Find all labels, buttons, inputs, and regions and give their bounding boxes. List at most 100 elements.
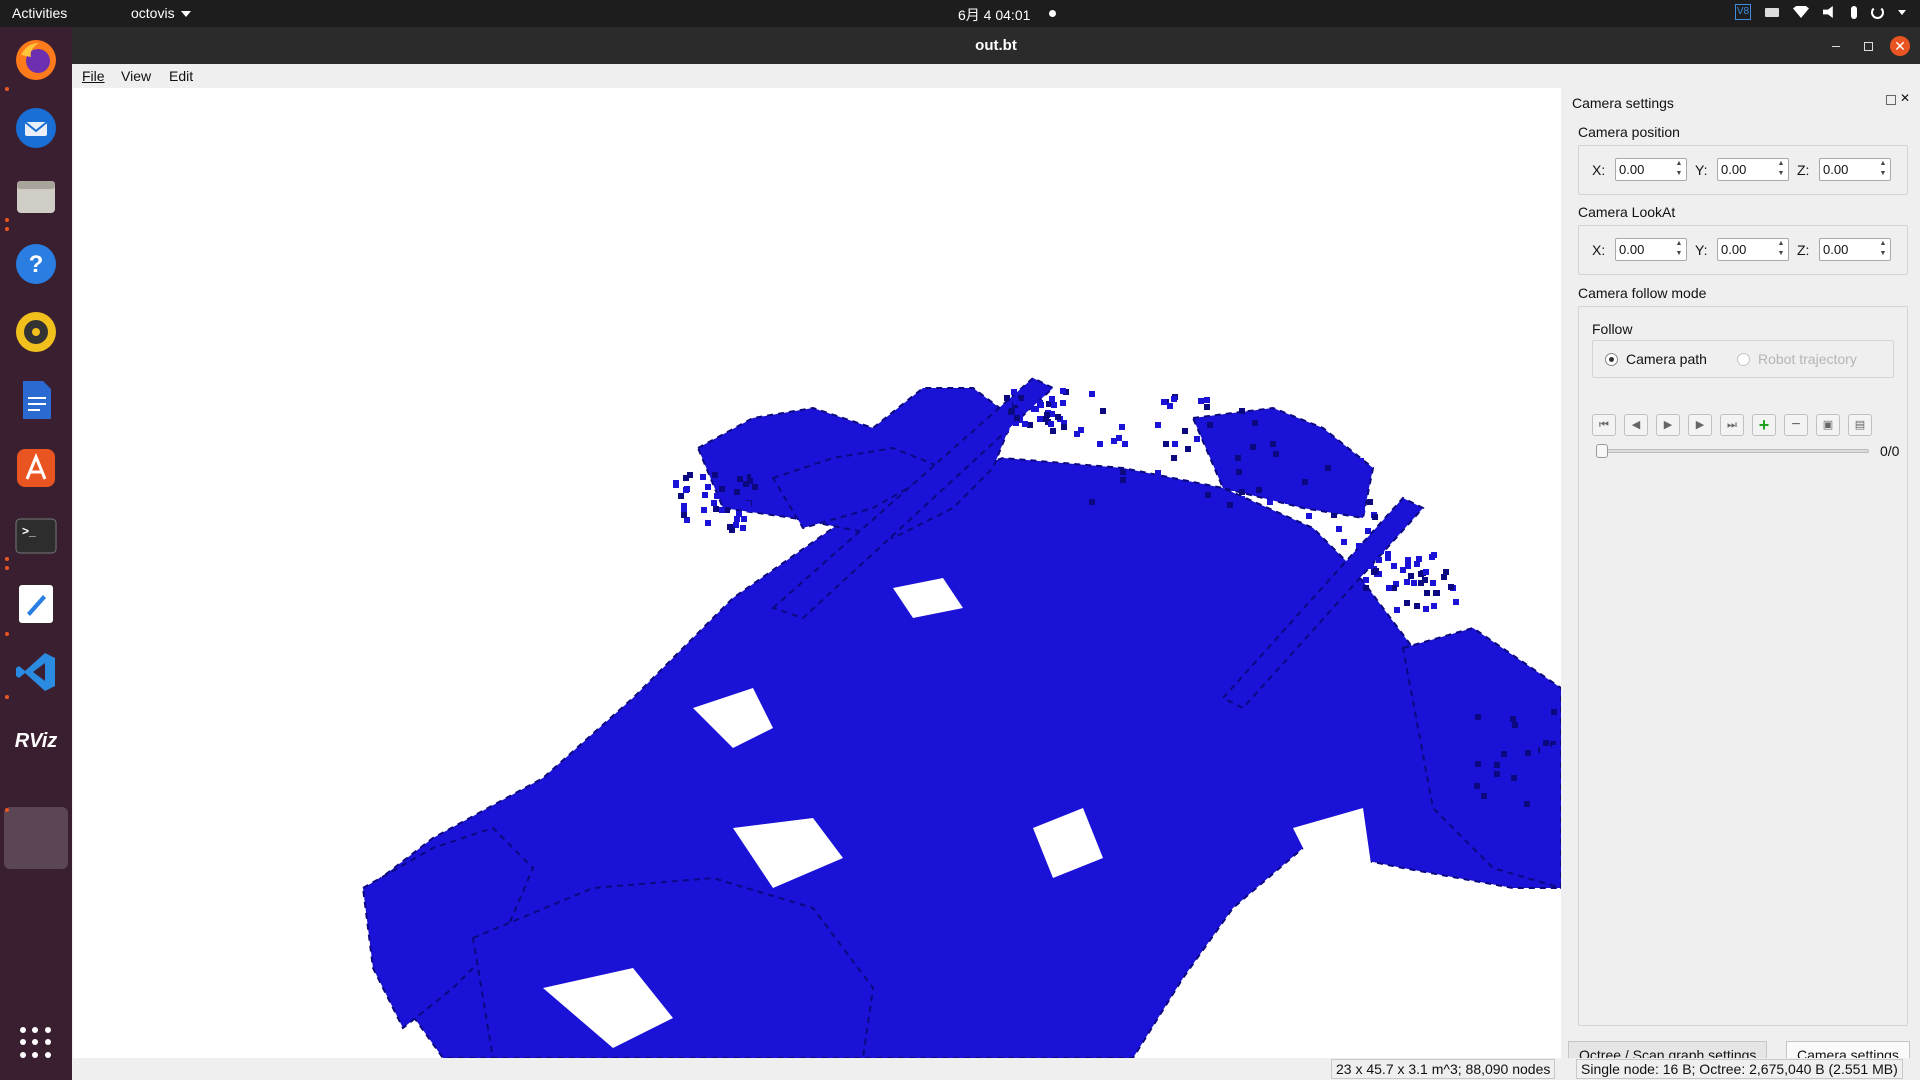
voxel-speck (1481, 793, 1487, 799)
step-back-icon[interactable]: ◀ (1624, 414, 1648, 436)
running-indicator (5, 557, 9, 561)
remove-frame-icon[interactable]: − (1784, 414, 1808, 436)
voxel-speck (1363, 585, 1369, 591)
window-titlebar[interactable]: out.bt ✕ (72, 27, 1920, 64)
firefox-icon[interactable] (12, 36, 60, 84)
float-panel-icon[interactable] (1886, 95, 1896, 105)
voxel-speck (719, 507, 725, 513)
voxel-speck (1198, 398, 1204, 404)
voxel-speck (1155, 470, 1161, 476)
voxel-speck (1297, 471, 1303, 477)
chevron-down-icon (180, 11, 191, 18)
robot-trajectory-label[interactable]: Robot trajectory (1758, 351, 1857, 367)
rhythmbox-icon[interactable] (12, 308, 60, 356)
position-y-spinbox[interactable]: 0.00 ▲ ▼ (1717, 158, 1789, 181)
files-icon[interactable] (12, 172, 60, 220)
thunderbird-icon[interactable] (12, 104, 60, 152)
save-icon[interactable]: ▣ (1816, 414, 1840, 436)
lookat-z-spinbox[interactable]: 0.00 ▲ ▼ (1819, 238, 1891, 261)
lookat-y-spinbox[interactable]: 0.00 ▲ ▼ (1717, 238, 1789, 261)
menu-edit[interactable]: Edit (169, 68, 193, 84)
power-icon[interactable] (1871, 5, 1884, 19)
rviz-icon[interactable]: RViz (12, 716, 60, 764)
voxel-speck (1089, 499, 1095, 505)
microphone-icon[interactable] (1851, 5, 1857, 19)
step-forward-icon[interactable]: ▶ (1688, 414, 1712, 436)
jump-to-start-icon[interactable]: ⏮ (1592, 414, 1616, 436)
voxel-speck (1083, 501, 1089, 507)
voxel-speck (1207, 422, 1213, 428)
chevron-down-icon[interactable] (1898, 9, 1906, 15)
position-x-spinbox[interactable]: 0.00 ▲ ▼ (1615, 158, 1687, 181)
spin-arrows-icon[interactable]: ▲ ▼ (1774, 239, 1788, 260)
voxel-speck (1127, 480, 1133, 486)
voxel-speck (734, 516, 740, 522)
voxel-speck (1051, 402, 1057, 408)
voxel-speck (1228, 430, 1234, 436)
frame-slider-handle[interactable] (1596, 444, 1608, 458)
dock: ? >_ RViz (0, 27, 72, 1080)
3d-viewport[interactable] (73, 88, 1561, 1058)
system-tray[interactable]: V8 (1735, 4, 1906, 20)
play-icon[interactable]: ▶ (1656, 414, 1680, 436)
camera-settings-panel: Camera settings ✕ Camera position X: 0.0… (1564, 88, 1920, 1078)
terminal-glyph: >_ (22, 524, 36, 538)
app-menu[interactable]: octovis (131, 5, 191, 21)
speaker-icon[interactable] (1823, 6, 1833, 18)
vscode-icon[interactable] (12, 648, 60, 696)
spin-arrows-icon[interactable]: ▲ ▼ (1876, 159, 1890, 180)
activities-button[interactable]: Activities (12, 5, 67, 21)
keyboard-icon[interactable] (1765, 7, 1779, 17)
text-editor-icon[interactable] (12, 580, 60, 628)
camera-path-radio[interactable] (1605, 353, 1618, 366)
close-panel-icon[interactable]: ✕ (1900, 91, 1910, 105)
position-z-spinbox[interactable]: 0.00 ▲ ▼ (1819, 158, 1891, 181)
minimize-button[interactable] (1826, 36, 1846, 56)
show-applications-icon[interactable] (20, 1027, 52, 1059)
voxel-speck (1481, 781, 1487, 787)
help-icon[interactable]: ? (12, 240, 60, 288)
voxel-speck (1122, 441, 1128, 447)
menu-view[interactable]: View (121, 68, 151, 84)
voxel-speck (1414, 603, 1420, 609)
voxel-speck (1332, 507, 1338, 513)
spin-arrows-icon[interactable]: ▲ ▼ (1876, 239, 1890, 260)
voxel-speck (1011, 389, 1017, 395)
voxel-speck (1378, 548, 1384, 554)
lookat-x-spinbox[interactable]: 0.00 ▲ ▼ (1615, 238, 1687, 261)
running-indicator (5, 218, 9, 222)
spin-arrows-icon[interactable]: ▲ ▼ (1672, 159, 1686, 180)
close-button[interactable]: ✕ (1890, 36, 1910, 56)
voxel-speck (1430, 580, 1436, 586)
maximize-button[interactable] (1858, 36, 1878, 56)
clear-path-icon[interactable]: ▤ (1848, 414, 1872, 436)
camera-path-label[interactable]: Camera path (1626, 351, 1707, 367)
frame-slider[interactable] (1601, 449, 1869, 453)
writer-icon[interactable] (12, 376, 60, 424)
spin-arrows-icon[interactable]: ▲ ▼ (1672, 239, 1686, 260)
voxel-speck (1356, 543, 1362, 549)
terminal-icon[interactable]: >_ (12, 512, 60, 560)
map-dimensions-status: 23 x 45.7 x 3.1 m^3; 88,090 nodes (1331, 1059, 1556, 1079)
voxel-speck (1492, 718, 1498, 724)
voxel-speck (712, 472, 718, 478)
voxel-speck (1365, 528, 1371, 534)
voxel-speck (1089, 493, 1095, 499)
menu-file[interactable]: File (82, 68, 105, 84)
voxel-speck (1231, 485, 1237, 491)
wifi-icon[interactable] (1793, 6, 1809, 18)
clock[interactable]: 6月 4 04:01 (958, 5, 1030, 25)
voxel-speck (1358, 458, 1364, 464)
voxel-speck (1546, 702, 1552, 708)
spin-arrows-icon[interactable]: ▲ ▼ (1774, 159, 1788, 180)
voxel-speck (1172, 441, 1178, 447)
add-frame-icon[interactable]: + (1752, 414, 1776, 436)
voxel-speck (1474, 738, 1480, 744)
app-center-icon[interactable] (12, 444, 60, 492)
vscode-tray-icon[interactable]: V8 (1735, 4, 1751, 20)
robot-trajectory-radio[interactable] (1737, 353, 1750, 366)
octovis-icon[interactable] (4, 807, 68, 869)
voxel-speck (683, 475, 689, 481)
voxel-speck (1119, 424, 1125, 430)
jump-to-end-icon[interactable]: ⏭ (1720, 414, 1744, 436)
